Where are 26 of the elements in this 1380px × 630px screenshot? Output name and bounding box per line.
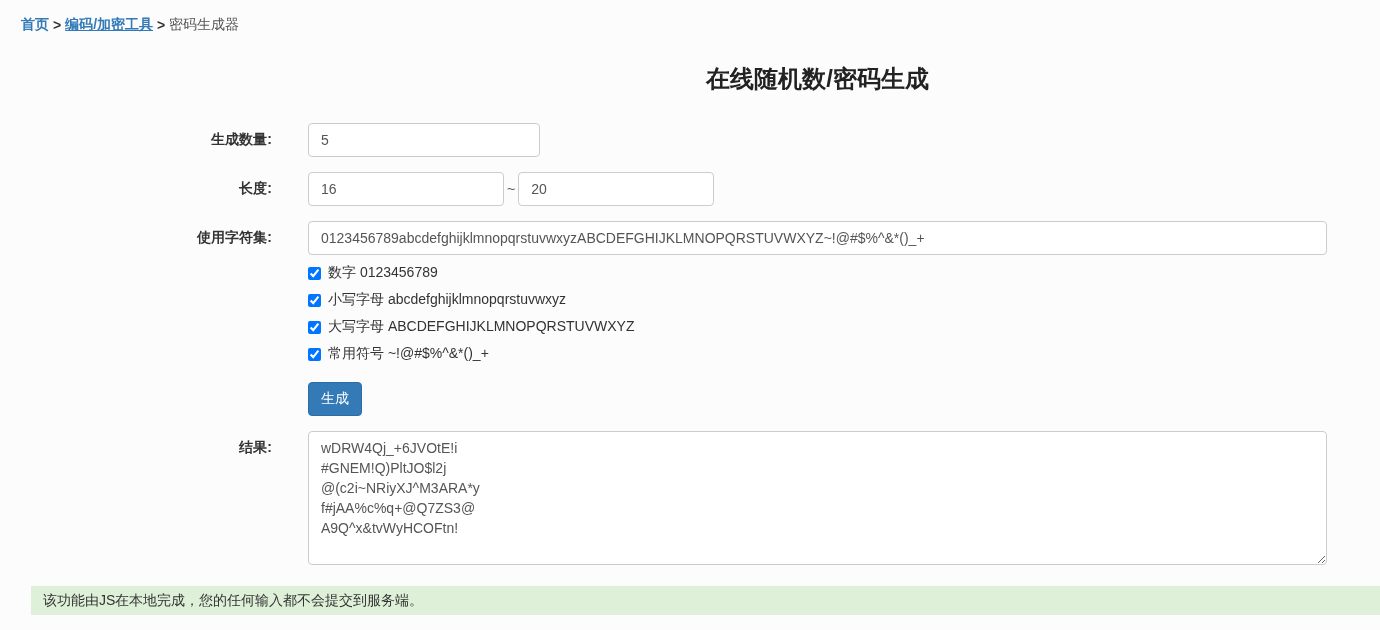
breadcrumb-link[interactable]: 编码/加密工具 bbox=[65, 16, 154, 34]
field-label: 结果: bbox=[239, 438, 272, 457]
option-checkbox[interactable] bbox=[308, 347, 321, 361]
option-checkbox[interactable] bbox=[308, 320, 321, 334]
option-checkbox[interactable] bbox=[308, 293, 321, 307]
count-input[interactable]: 5 bbox=[308, 123, 540, 157]
page-title: 在线随机数/密码生成 bbox=[706, 64, 929, 94]
field-label: 长度: bbox=[239, 179, 272, 198]
range-separator: ~ bbox=[507, 181, 516, 197]
generate-button[interactable]: 生成 bbox=[308, 382, 362, 416]
breadcrumb-separator: > bbox=[157, 17, 166, 33]
charset-input[interactable]: 0123456789abcdefghijklmnopqrstuvwxyzABCDEFGHIJKLMNOPQRSTUVWXYZ~!@#$%^&*()_+ bbox=[308, 221, 1327, 255]
breadcrumb-separator: > bbox=[53, 17, 62, 33]
length-max-input[interactable]: 20 bbox=[518, 172, 715, 206]
option-label: 常用符号 ~!@#$%^&*()_+ bbox=[328, 345, 489, 363]
option-checkbox[interactable] bbox=[308, 266, 321, 280]
length-min-input[interactable]: 16 bbox=[308, 172, 504, 206]
field-label: 生成数量: bbox=[211, 130, 272, 149]
field-label: 使用字符集: bbox=[197, 228, 272, 247]
breadcrumb-current: 密码生成器 bbox=[169, 16, 240, 34]
option-label: 大写字母 ABCDEFGHIJKLMNOPQRSTUVWXYZ bbox=[328, 318, 635, 336]
info-notice: 该功能由JS在本地完成，您的任何输入都不会提交到服务端。 bbox=[31, 586, 1380, 615]
breadcrumb-link[interactable]: 首页 bbox=[21, 16, 49, 34]
option-label: 小写字母 abcdefghijklmnopqrstuvwxyz bbox=[328, 291, 567, 309]
option-label: 数字 0123456789 bbox=[328, 264, 438, 282]
result-textarea[interactable]: wDRW4Qj_+6JVOtE!i #GNEM!Q)PltJO$l2j @(c2i~NRiyXJ^M3ARA*y f#jAA%c%q+@Q7ZS3@ A9Q^x&tvWyHCOFtn! bbox=[308, 431, 1327, 565]
